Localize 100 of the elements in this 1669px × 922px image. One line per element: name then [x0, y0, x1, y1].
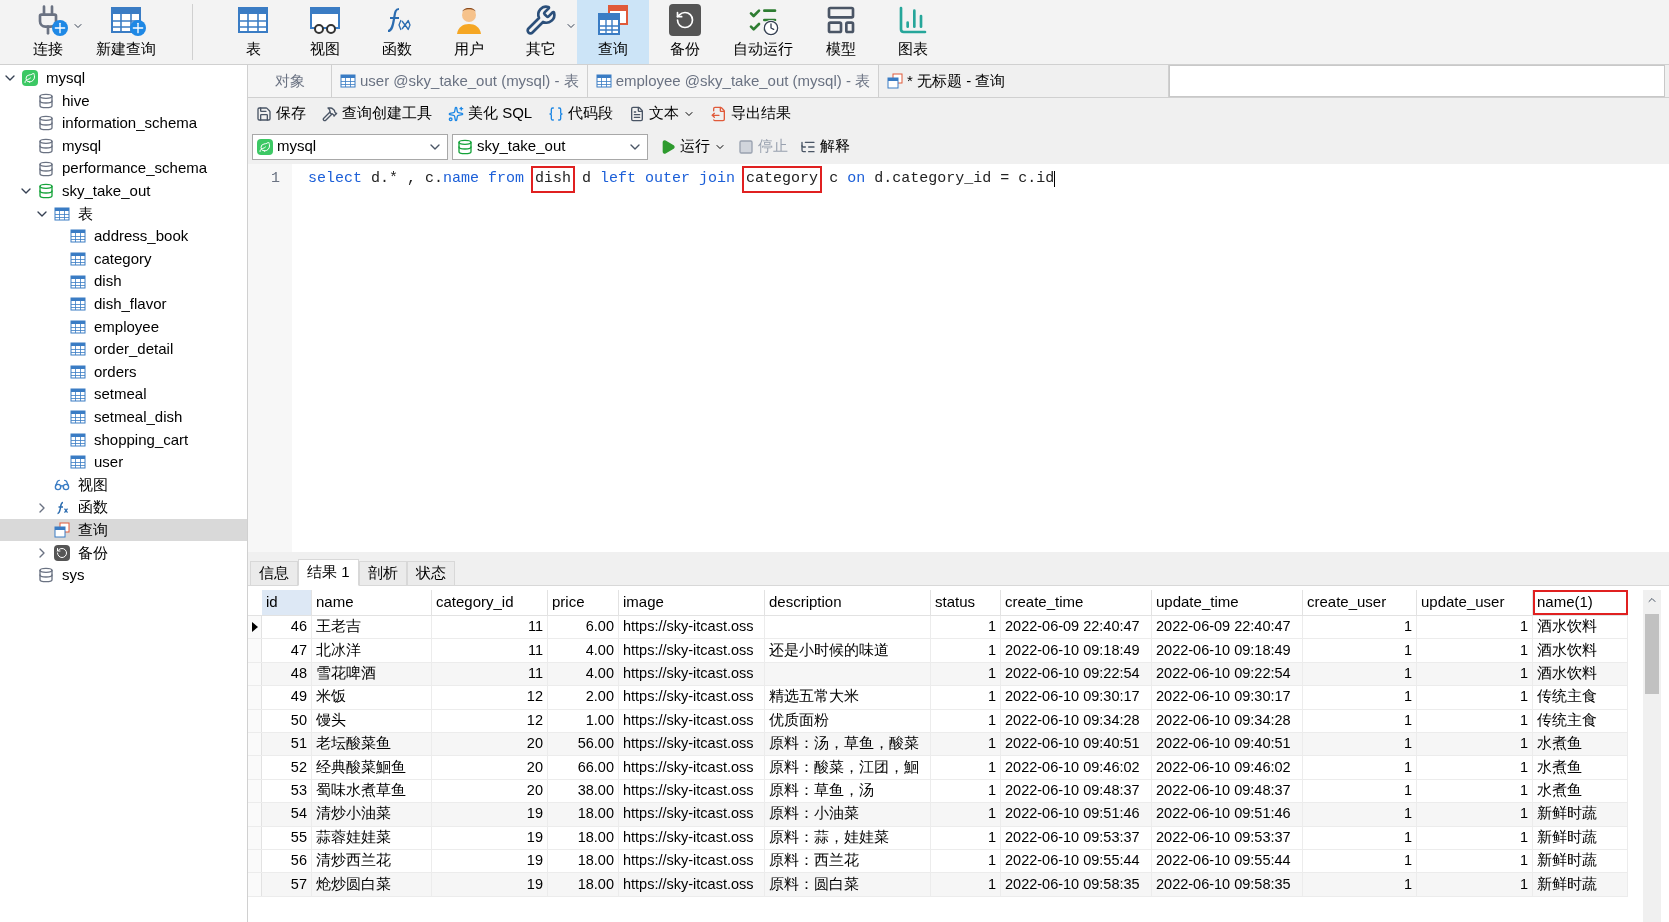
row-selector[interactable]: [248, 616, 262, 639]
tree-item[interactable]: sky_take_out: [0, 179, 247, 203]
query-icon: [887, 73, 904, 89]
column-header[interactable]: name(1): [1533, 590, 1628, 615]
table-cell-text: 20: [526, 781, 543, 801]
column-header[interactable]: id: [262, 590, 312, 615]
column-header[interactable]: image: [619, 590, 765, 615]
table-cell-text: 酒水饮料: [1537, 664, 1597, 684]
tree-item[interactable]: category: [0, 247, 247, 271]
document-tab[interactable]: user @sky_take_out (mysql) - 表: [332, 65, 588, 97]
run-control-button[interactable]: 运行: [660, 135, 726, 158]
tree-item[interactable]: user: [0, 451, 247, 474]
editor-toolbar-button[interactable]: 导出结果: [711, 102, 792, 125]
tree-item[interactable]: sys: [0, 564, 247, 587]
column-header[interactable]: update_time: [1152, 590, 1303, 615]
table-cell-text: https://sky-itcast.oss: [623, 851, 754, 871]
tree-item[interactable]: 视图: [0, 473, 247, 497]
tree-item[interactable]: employee: [0, 315, 247, 339]
table-cell-text: 1: [987, 874, 996, 894]
table-cell-text: 19: [526, 804, 543, 824]
column-header[interactable]: name: [312, 590, 432, 615]
table-cell-text: 经典酸菜鮰鱼: [316, 757, 406, 777]
table-cell-text: 2022-06-10 09:58:35: [1005, 874, 1140, 894]
toolbar-button[interactable]: 图表: [877, 0, 949, 64]
column-header[interactable]: create_time: [1001, 590, 1152, 615]
result-tab[interactable]: 状态: [406, 561, 455, 586]
tree-item[interactable]: setmeal: [0, 383, 247, 406]
toolbar-button[interactable]: 连接: [12, 0, 84, 64]
tree-item[interactable]: dish_flavor: [0, 292, 247, 316]
table-icon: [70, 341, 86, 358]
table-cell-text: 原料：草鱼，汤: [769, 781, 874, 801]
column-header[interactable]: status: [931, 590, 1001, 615]
tree-item[interactable]: 备份: [0, 541, 247, 565]
database-select[interactable]: sky_take_out: [452, 133, 648, 160]
table-cell-text: 1: [1519, 874, 1528, 894]
result-tab[interactable]: 信息: [250, 561, 298, 586]
tree-item[interactable]: performance_schema: [0, 157, 247, 180]
scrollbar-thumb[interactable]: [1645, 614, 1659, 694]
toolbar-button[interactable]: 自动运行: [721, 0, 805, 64]
table-cell-text: 1: [1403, 710, 1412, 730]
editor-toolbar-button[interactable]: 保存: [256, 102, 306, 125]
column-header[interactable]: price: [548, 590, 619, 615]
editor-toolbar-button[interactable]: 查询创建工具: [322, 102, 432, 125]
editor-toolbar-button[interactable]: 文本: [629, 102, 696, 125]
result-tab[interactable]: 剖析: [358, 561, 407, 586]
table-cell-text: 1: [1519, 827, 1528, 847]
document-tab[interactable]: 对象: [248, 65, 332, 97]
table-cell-text: 18.00: [577, 874, 614, 894]
toolbar-button[interactable]: 其它: [505, 0, 577, 64]
editor-toolbar-button[interactable]: 美化 SQL: [448, 102, 533, 125]
table-cell-text: 1: [1519, 757, 1528, 777]
toolbar-button[interactable]: 新建查询: [84, 0, 168, 64]
toolbar-button[interactable]: 函数: [361, 0, 433, 64]
table-cell-text: 原料：汤，草鱼，酸菜: [769, 734, 919, 754]
table-cell-text: 46: [290, 617, 307, 637]
tree-item[interactable]: mysql: [0, 134, 247, 158]
table-cell-text: 2022-06-10 09:48:37: [1005, 781, 1140, 801]
tree-item[interactable]: shopping_cart: [0, 428, 247, 452]
toolbar-button[interactable]: 查询: [577, 0, 649, 64]
column-header[interactable]: update_user: [1417, 590, 1533, 615]
toolbar-button[interactable]: 模型: [805, 0, 877, 64]
vertical-scrollbar[interactable]: [1643, 590, 1661, 922]
table-cell-text: 1: [987, 664, 996, 684]
tree-item[interactable]: 查询: [0, 518, 247, 542]
column-header[interactable]: category_id: [432, 590, 548, 615]
table-cell-text: 2022-06-10 09:30:17: [1005, 687, 1140, 707]
table-cell-text: 6.00: [585, 617, 614, 637]
sql-editor[interactable]: 1 select d.* , c.name from dish d left outer join category c on d.category_id = c.id: [248, 164, 1669, 552]
table-cell-text: 2022-06-10 09:40:51: [1005, 734, 1140, 754]
table-cell-text: 2022-06-10 09:18:49: [1156, 640, 1291, 660]
toolbar-button[interactable]: 表: [217, 0, 289, 64]
table-cell-text: 1: [1403, 874, 1412, 894]
table-icon: [54, 205, 70, 222]
table-cell-text: 1: [1403, 687, 1412, 707]
tree-item[interactable]: orders: [0, 360, 247, 384]
toolbar-button[interactable]: 备份: [649, 0, 721, 64]
editor-toolbar-button[interactable]: 代码段: [548, 102, 614, 125]
column-header[interactable]: description: [765, 590, 931, 615]
tree-item-label: information_schema: [62, 113, 198, 134]
run-control-button[interactable]: 解释: [800, 135, 850, 158]
tree-item[interactable]: order_detail: [0, 338, 247, 361]
toolbar-button[interactable]: 用户: [433, 0, 505, 64]
tree-item[interactable]: address_book: [0, 225, 247, 248]
tree-item[interactable]: 表: [0, 202, 247, 226]
table-icon: [595, 73, 612, 89]
tree-item[interactable]: information_schema: [0, 112, 247, 135]
tree-item[interactable]: 函数: [0, 496, 247, 519]
toolbar-button[interactable]: 视图: [289, 0, 361, 64]
table-cell-text: 1: [1403, 804, 1412, 824]
tree-item[interactable]: setmeal_dish: [0, 405, 247, 429]
tree-item[interactable]: dish: [0, 270, 247, 293]
tree-item-label: 查询: [78, 519, 108, 540]
result-tab[interactable]: 结果 1: [298, 559, 359, 586]
tree-item[interactable]: hive: [0, 89, 247, 113]
tree-item[interactable]: mysql: [0, 67, 247, 90]
document-tab[interactable]: employee @sky_take_out (mysql) - 表: [587, 65, 880, 97]
highlighted-code-token: category: [744, 168, 821, 191]
column-header[interactable]: create_user: [1303, 590, 1417, 615]
connection-select[interactable]: mysql: [252, 133, 448, 160]
tree-item-label: orders: [94, 361, 137, 382]
